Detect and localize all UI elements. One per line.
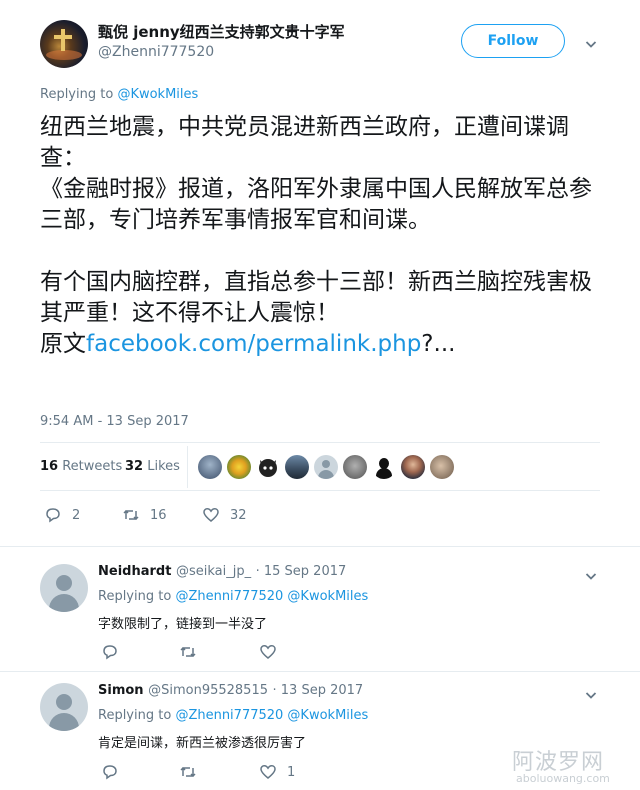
chevron-down-icon[interactable]	[585, 567, 597, 586]
liker-avatar[interactable]	[198, 455, 222, 479]
reply-replying-to: Replying to @Zhenni777520 @KwokMiles	[98, 589, 368, 604]
heart-icon	[260, 765, 276, 779]
reply-date[interactable]: · 13 Sep 2017	[273, 683, 364, 698]
divider	[40, 442, 600, 443]
liker-avatar[interactable]	[256, 455, 280, 479]
like-action[interactable]	[259, 643, 287, 661]
likes-stat[interactable]: 32 Likes	[125, 459, 180, 474]
github-cat-icon	[259, 459, 277, 477]
divider	[0, 546, 640, 547]
tweet-link[interactable]: facebook.com/permalink.php	[86, 331, 421, 357]
liker-avatar[interactable]	[227, 455, 251, 479]
follow-button[interactable]: Follow	[461, 24, 565, 58]
tweet-text-body: 纽西兰地震，中共党员混进新西兰政府，正遭间谍调查： 《金融时报》报道，洛阳军外隶…	[40, 114, 592, 357]
chevron-down-icon[interactable]	[585, 686, 597, 705]
retweets-label: Retweets	[62, 459, 123, 474]
reply-action[interactable]: 2	[44, 506, 80, 524]
reply-icon	[103, 765, 117, 780]
reply-text: 字数限制了，链接到一半没了	[98, 617, 268, 632]
reply-icon	[46, 508, 60, 523]
replying-handles-link[interactable]: @Zhenni777520 @KwokMiles	[175, 589, 368, 604]
like-count: 1	[287, 764, 296, 780]
reply-icon	[103, 645, 117, 660]
heart-icon	[203, 508, 219, 522]
likes-count: 32	[125, 459, 144, 474]
divider	[40, 490, 600, 491]
retweets-stat[interactable]: 16 Retweets	[40, 459, 122, 474]
author-name[interactable]: 甄倪 jenny纽西兰支持郭文贵十字军	[98, 21, 345, 42]
author-avatar[interactable]	[40, 20, 88, 68]
retweet-action[interactable]: 16	[122, 506, 167, 524]
author-handle[interactable]: @Zhenni777520	[98, 44, 214, 60]
retweet-count: 16	[150, 507, 167, 523]
like-action[interactable]: 1	[259, 763, 295, 781]
reply-action[interactable]	[101, 643, 129, 661]
like-count: 32	[230, 507, 247, 523]
divider	[0, 671, 640, 672]
tweet-text: 纽西兰地震，中共党员混进新西兰政府，正遭间谍调查： 《金融时报》报道，洛阳军外隶…	[40, 112, 600, 360]
tweet-text-trail: ?...	[421, 331, 456, 357]
liker-avatar[interactable]	[372, 455, 396, 479]
retweet-action[interactable]	[179, 643, 207, 661]
watermark-en: aboluowang.com	[516, 772, 610, 785]
reply-replying-to: Replying to @Zhenni777520 @KwokMiles	[98, 708, 368, 723]
replying-to: Replying to @KwokMiles	[40, 87, 198, 102]
reply-avatar[interactable]	[40, 564, 88, 612]
retweet-icon	[180, 766, 196, 778]
reply-header[interactable]: Simon @Simon95528515 · 13 Sep 2017	[98, 683, 363, 698]
liker-avatar[interactable]	[401, 455, 425, 479]
liker-avatar[interactable]	[430, 455, 454, 479]
reply-author-name[interactable]: Simon	[98, 683, 144, 698]
reply-author-name[interactable]: Neidhardt	[98, 564, 171, 579]
reply-date[interactable]: · 15 Sep 2017	[256, 564, 347, 579]
reply-text: 肯定是间谍，新西兰被渗透很厉害了	[98, 736, 307, 751]
retweet-icon	[123, 509, 139, 521]
replying-handles-link[interactable]: @Zhenni777520 @KwokMiles	[175, 708, 368, 723]
retweets-count: 16	[40, 459, 59, 474]
heart-icon	[260, 645, 276, 659]
stat-separator	[187, 446, 188, 488]
chevron-down-icon[interactable]	[585, 35, 597, 54]
reply-author-handle[interactable]: @Simon95528515	[148, 683, 268, 698]
tweet-timestamp[interactable]: 9:54 AM - 13 Sep 2017	[40, 414, 189, 429]
liker-avatar[interactable]	[285, 455, 309, 479]
retweet-icon	[180, 646, 196, 658]
liker-avatar[interactable]	[314, 455, 338, 479]
replying-handle-link[interactable]: @KwokMiles	[117, 87, 198, 102]
retweet-action[interactable]	[179, 763, 207, 781]
reply-header[interactable]: Neidhardt @seikai_jp_ · 15 Sep 2017	[98, 564, 346, 579]
liker-avatar[interactable]	[343, 455, 367, 479]
replying-prefix: Replying to	[98, 708, 172, 723]
reply-author-handle[interactable]: @seikai_jp_	[176, 564, 251, 579]
likes-label: Likes	[147, 459, 180, 474]
replying-prefix: Replying to	[40, 87, 114, 102]
reply-avatar[interactable]	[40, 683, 88, 731]
reply-count: 2	[72, 507, 81, 523]
replying-prefix: Replying to	[98, 589, 172, 604]
reply-action[interactable]	[101, 763, 129, 781]
like-action[interactable]: 32	[202, 506, 247, 524]
